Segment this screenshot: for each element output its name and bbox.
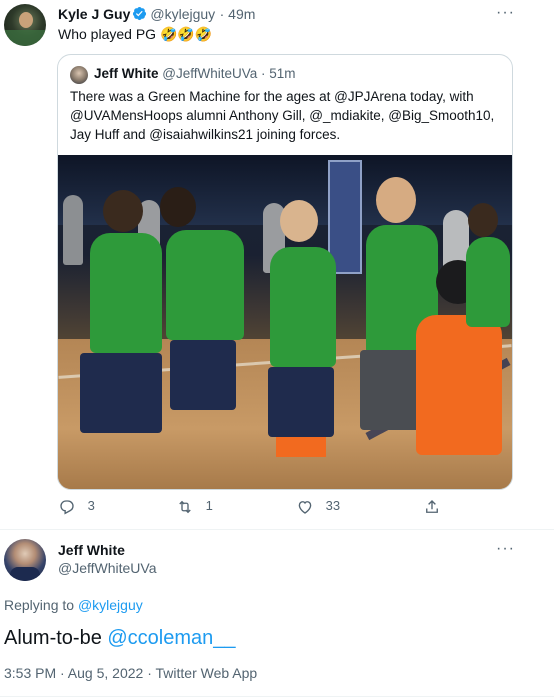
- avatar-face: [19, 12, 33, 28]
- retweet-button[interactable]: 1: [176, 498, 213, 516]
- quoted-header: Jeff White @JeffWhiteUVa · 51m: [94, 66, 296, 81]
- share-button[interactable]: [423, 498, 441, 516]
- player-head: [160, 187, 196, 227]
- tweet-time[interactable]: · 49m: [220, 6, 256, 22]
- share-icon: [426, 500, 438, 513]
- quoted-text-line-2: @UVAMensHoops alumni Anthony Gill, @_mdi…: [70, 108, 495, 123]
- like-button[interactable]: 33: [296, 498, 340, 516]
- author-handle[interactable]: @JeffWhiteUVa: [58, 560, 157, 576]
- avatar-shirt: [10, 567, 40, 581]
- bg-player: [63, 195, 83, 265]
- player-head: [376, 177, 416, 223]
- player-shorts: [170, 340, 236, 410]
- quoted-time: · 51m: [261, 66, 296, 81]
- quoted-author-handle: @JeffWhiteUVa: [162, 66, 258, 81]
- player-green-jersey: [466, 237, 510, 327]
- quoted-tweet-card[interactable]: Jeff White @JeffWhiteUVa · 51m There was…: [57, 54, 513, 490]
- mention-link[interactable]: @ccoleman__: [107, 627, 235, 649]
- tweet-text-plain: Alum-to-be: [4, 627, 108, 649]
- author-handle[interactable]: @kylejguy: [150, 6, 215, 22]
- replying-prefix: Replying to: [4, 597, 78, 613]
- tweet-text: Who played PG 🤣🤣🤣: [58, 26, 213, 42]
- avatar-jeff[interactable]: [4, 539, 46, 581]
- avatar-background: [4, 30, 46, 46]
- player-green-jersey: [270, 247, 336, 367]
- replying-handle-link[interactable]: @kylejguy: [78, 597, 143, 613]
- player-shorts: [80, 353, 162, 433]
- author-name[interactable]: Kyle J Guy: [58, 6, 130, 22]
- retweet-icon: [179, 500, 191, 514]
- player-shorts-trim: [276, 437, 326, 457]
- more-options-icon[interactable]: ···: [496, 540, 515, 558]
- player-head: [468, 203, 498, 237]
- more-options-icon[interactable]: ···: [496, 4, 515, 22]
- divider: [0, 529, 554, 530]
- player-orange-shirt: [416, 315, 502, 455]
- verified-icon: [133, 6, 147, 21]
- quoted-photo[interactable]: [58, 155, 512, 489]
- reply-button[interactable]: 3: [58, 498, 95, 516]
- retweet-count: 1: [205, 498, 213, 514]
- divider: [0, 696, 554, 697]
- tweet-text: Alum-to-be @ccoleman__: [4, 625, 236, 651]
- tweet1-header: Kyle J Guy @kylejguy · 49m: [58, 6, 255, 24]
- quoted-author-name: Jeff White: [94, 66, 159, 81]
- replying-to: Replying to @kylejguy: [4, 597, 143, 613]
- tweet-metadata[interactable]: 3:53 PM · Aug 5, 2022 · Twitter Web App: [4, 665, 257, 681]
- like-count: 33: [325, 498, 341, 514]
- player-head: [103, 190, 143, 232]
- avatar-kyle[interactable]: [4, 4, 46, 46]
- reply-icon: [60, 500, 74, 515]
- player-shorts: [268, 367, 334, 437]
- tweet2-author: Jeff White @JeffWhiteUVa: [58, 542, 157, 576]
- heart-icon: [298, 501, 312, 514]
- player-head: [280, 200, 318, 242]
- quoted-avatar: [70, 66, 88, 84]
- player-green-jersey: [90, 233, 162, 353]
- reply-count: 3: [87, 498, 95, 514]
- tweet-actions: 3 1 33: [58, 498, 518, 520]
- quoted-text-line-3: Jay Huff and @isaiahwilkins21 joining fo…: [70, 127, 341, 142]
- author-name[interactable]: Jeff White: [58, 542, 157, 558]
- player-green-jersey: [166, 230, 244, 340]
- quoted-text-line-1: There was a Green Machine for the ages a…: [70, 89, 474, 104]
